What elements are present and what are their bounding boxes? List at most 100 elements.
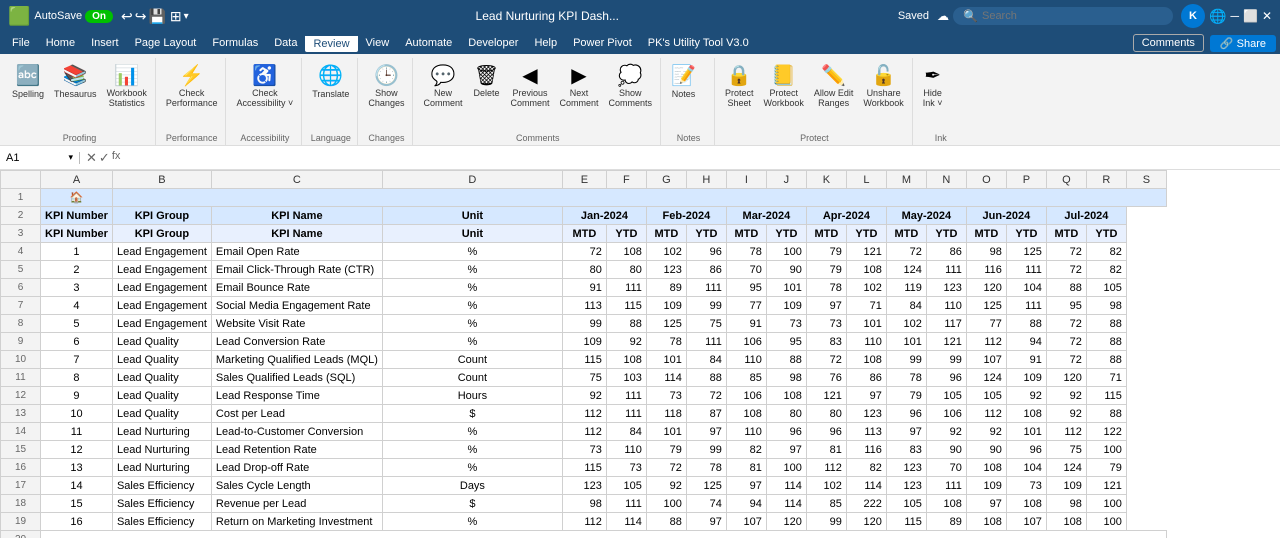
cell-jan-mtd-15[interactable]: 73 [562,441,606,459]
cell-kpi-num-11[interactable]: 8 [41,369,113,387]
save-icon[interactable]: 💾 [148,8,165,25]
cell-kpi-group-17[interactable]: Sales Efficiency [112,477,211,495]
cell-jun-mtd-5[interactable]: 116 [966,261,1006,279]
cell-apr-ytd-17[interactable]: 114 [846,477,886,495]
col-G[interactable]: G [646,171,686,189]
check-performance-button[interactable]: ⚡ CheckPerformance [162,60,222,112]
cell-apr-ytd-16[interactable]: 82 [846,459,886,477]
row-header-4[interactable]: 4 [1,243,41,261]
cell-mar-ytd-9[interactable]: 95 [766,333,806,351]
cell-C2[interactable]: KPI Name [211,207,382,225]
share-button[interactable]: 🔗 Share [1210,35,1276,52]
cell-jan-mtd-8[interactable]: 99 [562,315,606,333]
cell-D3-unit[interactable]: Unit [382,225,562,243]
cell-may-mtd-9[interactable]: 101 [886,333,926,351]
cell-jun-mtd-12[interactable]: 105 [966,387,1006,405]
cell-jun-ytd-18[interactable]: 108 [1006,495,1046,513]
cell-kpi-num-9[interactable]: 6 [41,333,113,351]
col-S[interactable]: S [1126,171,1166,189]
cell-jan-ytd-15[interactable]: 110 [606,441,646,459]
cell-may-ytd-18[interactable]: 108 [926,495,966,513]
col-F[interactable]: F [606,171,646,189]
cell-feb-ytd-17[interactable]: 125 [686,477,726,495]
workbook-stats-button[interactable]: 📊 WorkbookStatistics [103,60,151,112]
cell-jan-mtd-11[interactable]: 75 [562,369,606,387]
cell-jan-ytd-16[interactable]: 73 [606,459,646,477]
thesaurus-button[interactable]: 📚 Thesaurus [50,60,101,102]
cell-feb-ytd-12[interactable]: 72 [686,387,726,405]
cell-jul-mtd-17[interactable]: 109 [1046,477,1086,495]
row-header-15[interactable]: 15 [1,441,41,459]
cell-apr-mtd-15[interactable]: 81 [806,441,846,459]
menu-insert[interactable]: Insert [83,35,127,51]
profile-avatar[interactable]: K [1181,4,1205,28]
cell-jul-ytd-16[interactable]: 79 [1086,459,1126,477]
cell-apr-mtd-9[interactable]: 83 [806,333,846,351]
cell-jan-ytd-5[interactable]: 80 [606,261,646,279]
col-C[interactable]: C [211,171,382,189]
cell-unit-4[interactable]: % [382,243,562,261]
cell-kpi-group-9[interactable]: Lead Quality [112,333,211,351]
row-header-9[interactable]: 9 [1,333,41,351]
spelling-button[interactable]: 🔤 Spelling [8,60,48,102]
cell-mar-ytd-6[interactable]: 101 [766,279,806,297]
cell-jul-ytd-14[interactable]: 122 [1086,423,1126,441]
cell-mar-mtd-14[interactable]: 110 [726,423,766,441]
col-O[interactable]: O [966,171,1006,189]
cell-unit-17[interactable]: Days [382,477,562,495]
cell-feb-mtd-6[interactable]: 89 [646,279,686,297]
cell-mar-ytd-5[interactable]: 90 [766,261,806,279]
search-input[interactable] [982,10,1152,22]
cell-jul-mtd-4[interactable]: 72 [1046,243,1086,261]
cell-may-ytd-8[interactable]: 117 [926,315,966,333]
cell-kpi-group-14[interactable]: Lead Nurturing [112,423,211,441]
cell-unit-11[interactable]: Count [382,369,562,387]
cell-jul-mtd-13[interactable]: 92 [1046,405,1086,423]
cell-feb-mtd-7[interactable]: 109 [646,297,686,315]
col-L[interactable]: L [846,171,886,189]
cell-jan-ytd-4[interactable]: 108 [606,243,646,261]
menu-view[interactable]: View [358,35,398,51]
spreadsheet[interactable]: A B C D E F G H I J K L M N O P Q R S [0,170,1280,538]
cell-jan-mtd-7[interactable]: 113 [562,297,606,315]
cell-may-mtd-18[interactable]: 105 [886,495,926,513]
quick-access-dropdown[interactable]: ▾ [184,11,189,22]
cell-feb-ytd-14[interactable]: 97 [686,423,726,441]
cell-mar-mtd-9[interactable]: 106 [726,333,766,351]
maximize-button[interactable]: ⬜ [1243,9,1258,23]
cell-jun-ytd-13[interactable]: 108 [1006,405,1046,423]
cell-jul-ytd-17[interactable]: 121 [1086,477,1126,495]
col-P[interactable]: P [1006,171,1046,189]
cell-kpi-num-5[interactable]: 2 [41,261,113,279]
cell-jan-ytd-13[interactable]: 111 [606,405,646,423]
cell-kpi-name-7[interactable]: Social Media Engagement Rate [211,297,382,315]
cell-apr-ytd-11[interactable]: 86 [846,369,886,387]
cell-jul-ytd-13[interactable]: 88 [1086,405,1126,423]
cell-apr-mtd-4[interactable]: 79 [806,243,846,261]
cell-jul-mtd-6[interactable]: 88 [1046,279,1086,297]
row-header-10[interactable]: 10 [1,351,41,369]
cell-mar-ytd-18[interactable]: 114 [766,495,806,513]
cell-may-ytd-6[interactable]: 123 [926,279,966,297]
cell-jan-ytd-10[interactable]: 108 [606,351,646,369]
row-header-7[interactable]: 7 [1,297,41,315]
cell-jan-mtd-10[interactable]: 115 [562,351,606,369]
prev-comment-button[interactable]: ◀ PreviousComment [506,60,553,112]
cell-apr-ytd-9[interactable]: 110 [846,333,886,351]
cell-jan-mtd-18[interactable]: 98 [562,495,606,513]
cell-apr-mtd-10[interactable]: 72 [806,351,846,369]
cell-mar-ytd-7[interactable]: 109 [766,297,806,315]
comments-button[interactable]: Comments [1133,34,1204,52]
cell-apr-ytd-8[interactable]: 101 [846,315,886,333]
cell-unit-8[interactable]: % [382,315,562,333]
cell-jun-ytd-16[interactable]: 104 [1006,459,1046,477]
cell-may-ytd-11[interactable]: 96 [926,369,966,387]
cell-unit-10[interactable]: Count [382,351,562,369]
col-E[interactable]: E [562,171,606,189]
cell-jul-ytd-12[interactable]: 115 [1086,387,1126,405]
cell-jun-mtd-10[interactable]: 107 [966,351,1006,369]
cell-feb-ytd-6[interactable]: 111 [686,279,726,297]
cell-A2[interactable]: KPI Number [41,207,113,225]
cell-apr-mtd-5[interactable]: 79 [806,261,846,279]
cell-mar-ytd-19[interactable]: 120 [766,513,806,531]
